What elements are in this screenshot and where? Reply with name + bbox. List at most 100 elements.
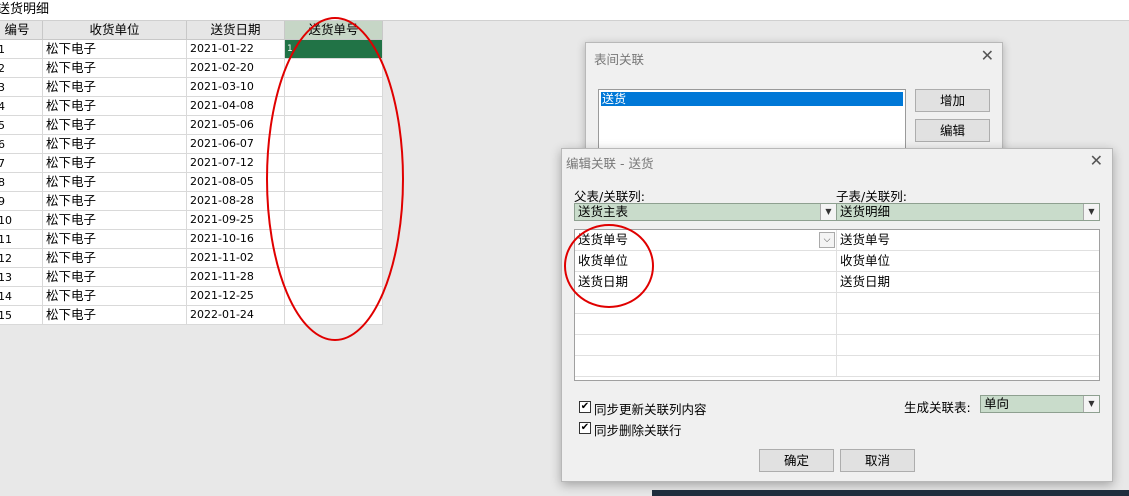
delivery-no-cell[interactable] (285, 97, 383, 116)
unit-cell[interactable]: 松下电子 (43, 78, 187, 97)
date-cell[interactable]: 2021-10-16 (187, 230, 285, 249)
unit-cell[interactable]: 松下电子 (43, 97, 187, 116)
delivery-no-cell[interactable] (285, 192, 383, 211)
gen-table-select[interactable]: 单向 ▼ (980, 395, 1100, 413)
add-button[interactable]: 增加 (915, 89, 990, 112)
unit-cell[interactable]: 松下电子 (43, 249, 187, 268)
sheet-title-bar: 送货明细 (0, 0, 1129, 21)
unit-cell[interactable]: 松下电子 (43, 287, 187, 306)
delivery-no-cell[interactable] (285, 306, 383, 325)
unit-cell[interactable]: 松下电子 (43, 192, 187, 211)
unit-cell[interactable]: 松下电子 (43, 268, 187, 287)
date-cell[interactable]: 2021-11-28 (187, 268, 285, 287)
unit-cell[interactable]: 松下电子 (43, 40, 187, 59)
parent-column-cell[interactable] (575, 314, 837, 335)
chevron-down-icon: ▼ (1083, 204, 1099, 220)
row-index-cell[interactable]: 1 (0, 40, 43, 59)
date-cell[interactable]: 2021-08-28 (187, 192, 285, 211)
parent-column-name: 收货单位 (578, 253, 629, 268)
delivery-no-cell[interactable] (285, 135, 383, 154)
taskbar-strip (652, 490, 1129, 496)
parent-column-cell[interactable]: 送货单号 ⌵ (575, 230, 837, 251)
row-index-cell[interactable]: 14 (0, 287, 43, 306)
row-index-cell[interactable]: 10 (0, 211, 43, 230)
child-table-select[interactable]: 送货明细 ▼ (836, 203, 1100, 221)
close-icon[interactable]: ✕ (981, 46, 994, 65)
row-index-cell[interactable]: 13 (0, 268, 43, 287)
row-index-cell[interactable]: 4 (0, 97, 43, 116)
sync-update-checkbox[interactable]: ✔ (579, 401, 591, 413)
row-index: 15 (0, 309, 12, 322)
unit-cell[interactable]: 松下电子 (43, 230, 187, 249)
delivery-no-cell[interactable] (285, 116, 383, 135)
unit-cell[interactable]: 松下电子 (43, 306, 187, 325)
unit-cell[interactable]: 松下电子 (43, 59, 187, 78)
delivery-no-cell[interactable] (285, 230, 383, 249)
parent-column-cell[interactable] (575, 293, 837, 314)
date-cell[interactable]: 2021-05-06 (187, 116, 285, 135)
date-cell[interactable]: 2021-12-25 (187, 287, 285, 306)
column-header-date[interactable]: 送货日期 (187, 21, 285, 40)
delivery-no-cell[interactable]: 1 (285, 40, 383, 59)
child-column-cell[interactable] (837, 293, 1099, 314)
child-column-cell[interactable] (837, 356, 1099, 377)
date-cell[interactable]: 2021-04-08 (187, 97, 285, 116)
row-index-cell[interactable]: 5 (0, 116, 43, 135)
delivery-no-cell[interactable] (285, 249, 383, 268)
ok-button[interactable]: 确定 (759, 449, 834, 472)
child-column-cell[interactable]: 送货单号 (837, 230, 1099, 251)
chevron-down-icon[interactable]: ⌵ (819, 232, 835, 248)
delivery-no-cell[interactable] (285, 154, 383, 173)
delivery-no-cell[interactable] (285, 211, 383, 230)
child-column-cell[interactable] (837, 335, 1099, 356)
parent-column-cell[interactable] (575, 356, 837, 377)
date-cell[interactable]: 2021-03-10 (187, 78, 285, 97)
date-cell[interactable]: 2021-11-02 (187, 249, 285, 268)
parent-column-cell[interactable]: 收货单位 (575, 251, 837, 272)
row-index-cell[interactable]: 11 (0, 230, 43, 249)
parent-column-name: 送货日期 (578, 274, 629, 289)
delivery-no-cell[interactable] (285, 173, 383, 192)
row-index-cell[interactable]: 7 (0, 154, 43, 173)
parent-column-cell[interactable]: 送货日期 (575, 272, 837, 293)
sync-delete-checkbox[interactable]: ✔ (579, 422, 591, 434)
parent-table-select[interactable]: 送货主表 ▼ (574, 203, 837, 221)
unit-cell[interactable]: 松下电子 (43, 211, 187, 230)
child-column-cell[interactable]: 收货单位 (837, 251, 1099, 272)
row-index: 5 (0, 119, 5, 132)
row-index-cell[interactable]: 2 (0, 59, 43, 78)
parent-column-cell[interactable] (575, 335, 837, 356)
child-column-cell[interactable] (837, 314, 1099, 335)
row-index-cell[interactable]: 8 (0, 173, 43, 192)
unit-cell[interactable]: 松下电子 (43, 173, 187, 192)
unit-cell[interactable]: 松下电子 (43, 135, 187, 154)
column-header-index[interactable]: 编号 (0, 21, 43, 40)
check-icon: ✔ (580, 422, 590, 433)
close-icon[interactable]: ✕ (1090, 151, 1103, 170)
date-cell[interactable]: 2021-02-20 (187, 59, 285, 78)
edit-button[interactable]: 编辑 (915, 119, 990, 142)
date-cell[interactable]: 2021-09-25 (187, 211, 285, 230)
unit-cell[interactable]: 松下电子 (43, 154, 187, 173)
column-header-unit[interactable]: 收货单位 (43, 21, 187, 40)
row-index-cell[interactable]: 3 (0, 78, 43, 97)
row-index-cell[interactable]: 12 (0, 249, 43, 268)
delivery-no-cell[interactable] (285, 59, 383, 78)
row-index-cell[interactable]: 6 (0, 135, 43, 154)
child-column-cell[interactable]: 送货日期 (837, 272, 1099, 293)
unit-cell[interactable]: 松下电子 (43, 116, 187, 135)
cancel-button[interactable]: 取消 (840, 449, 915, 472)
column-header-delivery-no[interactable]: 送货单号 (285, 21, 383, 40)
delivery-no-cell[interactable] (285, 287, 383, 306)
date-cell[interactable]: 2021-01-22 (187, 40, 285, 59)
row-index: 11 (0, 233, 12, 246)
delivery-no-cell[interactable] (285, 268, 383, 287)
date-cell[interactable]: 2021-06-07 (187, 135, 285, 154)
row-index-cell[interactable]: 9 (0, 192, 43, 211)
relation-list-item[interactable]: 送货 (601, 92, 903, 106)
delivery-no-cell[interactable] (285, 78, 383, 97)
date-cell[interactable]: 2021-07-12 (187, 154, 285, 173)
date-cell[interactable]: 2022-01-24 (187, 306, 285, 325)
date-cell[interactable]: 2021-08-05 (187, 173, 285, 192)
row-index-cell[interactable]: 15 (0, 306, 43, 325)
